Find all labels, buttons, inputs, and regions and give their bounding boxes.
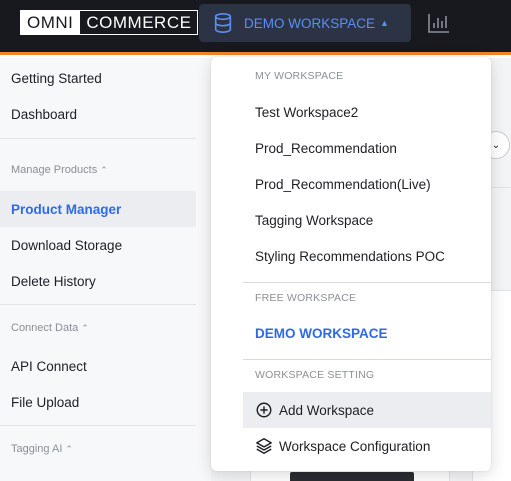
sidebar-item-api-connect[interactable]: API Connect xyxy=(0,348,196,384)
sidebar-item-label: Delete History xyxy=(11,273,96,289)
workspace-dropdown-menu: MY WORKSPACE Test Workspace2 Prod_Recomm… xyxy=(211,57,491,471)
workspace-configuration-label: Workspace Configuration xyxy=(279,438,431,454)
sidebar-item-product-manager[interactable]: Product Manager xyxy=(0,191,196,227)
sidebar-item-file-upload[interactable]: File Upload xyxy=(0,384,196,420)
add-workspace-label: Add Workspace xyxy=(279,402,375,418)
dropdown-divider xyxy=(243,282,491,283)
database-icon xyxy=(214,13,232,33)
workspace-option-label: Test Workspace2 xyxy=(255,104,359,120)
sidebar-section-title: Tagging AI xyxy=(11,443,63,455)
workspace-option[interactable]: Prod_Recommendation(Live) xyxy=(243,166,491,202)
sidebar-item-label: File Upload xyxy=(11,394,80,410)
sidebar-item-download-storage[interactable]: Download Storage xyxy=(0,227,196,263)
sidebar-divider xyxy=(0,425,196,426)
sidebar-item-label: Download Storage xyxy=(11,237,123,253)
workspace-configuration-button[interactable]: Workspace Configuration xyxy=(243,428,491,464)
sidebar-divider xyxy=(0,304,196,305)
dropdown-section-free-workspace: FREE WORKSPACE xyxy=(255,292,357,304)
workspace-selector-button[interactable]: DEMO WORKSPACE ▲ xyxy=(199,4,411,42)
layers-icon xyxy=(256,438,272,454)
sidebar-section-connect-data[interactable]: Connect Data ⌃ xyxy=(11,322,89,334)
workspace-option[interactable]: Tagging Workspace xyxy=(243,202,491,238)
sidebar-item-label: Getting Started xyxy=(11,70,102,86)
sidebar-section-tagging-ai[interactable]: Tagging AI ⌃ xyxy=(11,443,73,455)
workspace-option-label: Tagging Workspace xyxy=(255,212,374,228)
omni-commerce-logo[interactable]: OMNI COMMERCE xyxy=(20,10,199,35)
top-navigation-bar: OMNI COMMERCE DEMO WORKSPACE ▲ xyxy=(0,0,511,55)
sidebar-item-label: API Connect xyxy=(11,358,87,374)
workspace-option[interactable]: Prod_Recommendation xyxy=(243,130,491,166)
workspace-option-label: DEMO WORKSPACE xyxy=(255,325,388,341)
workspace-option-label: Styling Recommendations POC xyxy=(255,248,445,264)
chevron-up-icon: ⌃ xyxy=(65,443,73,454)
sidebar-divider xyxy=(0,138,196,139)
sidebar-item-label: Product Manager xyxy=(11,201,122,217)
workspace-option[interactable]: Test Workspace2 xyxy=(243,94,491,130)
workspace-selector-label: DEMO WORKSPACE xyxy=(244,15,376,31)
dropdown-section-workspace-setting: WORKSPACE SETTING xyxy=(255,369,375,381)
sidebar-section-manage-products[interactable]: Manage Products ⌃ xyxy=(11,164,108,176)
sidebar-item-getting-started[interactable]: Getting Started xyxy=(0,60,196,96)
product-thumbnail xyxy=(290,472,414,481)
workspace-option-label: Prod_Recommendation(Live) xyxy=(255,176,431,192)
plus-circle-icon xyxy=(256,402,272,418)
dropdown-section-my-workspace: MY WORKSPACE xyxy=(255,70,344,82)
workspace-option-demo[interactable]: DEMO WORKSPACE xyxy=(243,315,491,351)
add-workspace-button[interactable]: Add Workspace xyxy=(243,392,491,428)
workspace-option[interactable]: Styling Recommendations POC xyxy=(243,238,491,274)
dropdown-divider xyxy=(243,359,491,360)
chevron-up-icon: ⌃ xyxy=(81,322,89,333)
sidebar-item-delete-history[interactable]: Delete History xyxy=(0,263,196,299)
sidebar-section-title: Manage Products xyxy=(11,164,98,176)
bar-chart-icon[interactable] xyxy=(428,13,450,33)
sidebar-item-dashboard[interactable]: Dashboard xyxy=(0,96,196,132)
workspace-option-label: Prod_Recommendation xyxy=(255,140,397,156)
sidebar: Getting Started Dashboard Manage Product… xyxy=(0,58,211,481)
chevron-up-icon: ⌃ xyxy=(100,164,108,175)
caret-up-icon: ▲ xyxy=(380,18,389,28)
logo-omni-text: OMNI xyxy=(20,10,81,35)
sidebar-section-title: Connect Data xyxy=(11,322,79,334)
logo-commerce-text: COMMERCE xyxy=(80,10,199,35)
sidebar-item-label: Dashboard xyxy=(11,106,78,122)
